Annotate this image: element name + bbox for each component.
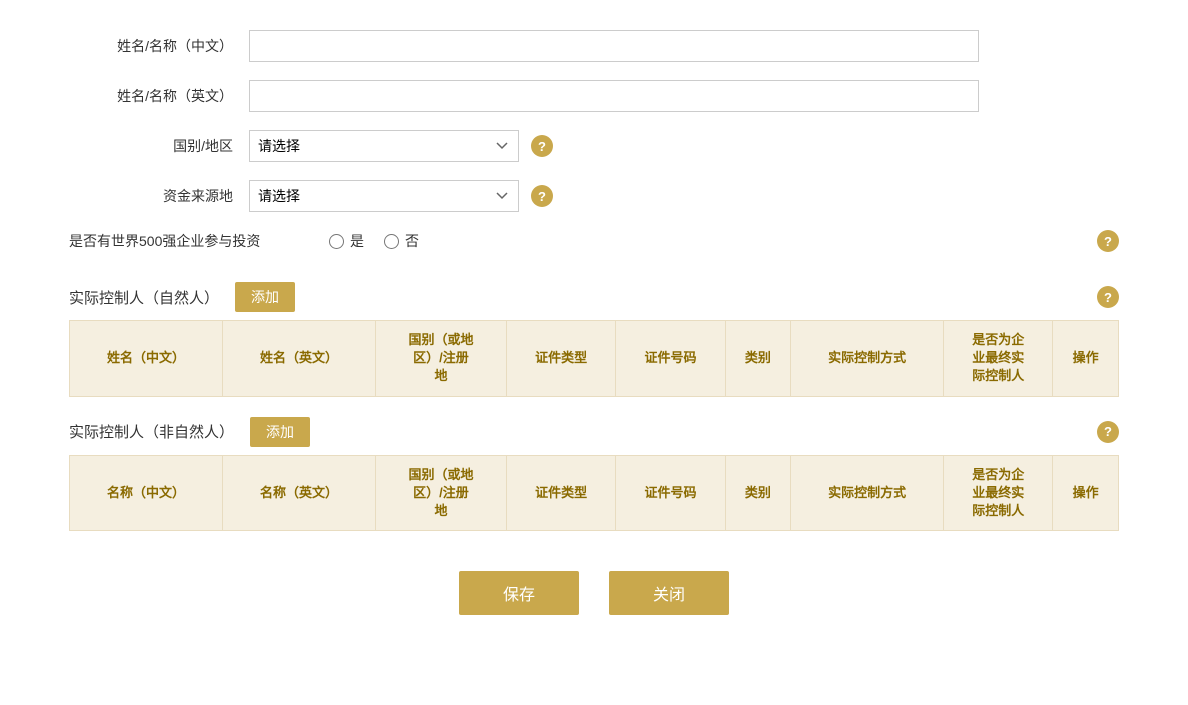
name-cn-row: 姓名/名称（中文）	[69, 30, 1119, 62]
name-cn-input[interactable]	[249, 30, 979, 62]
section1-header: 实际控制人（自然人） 添加 ?	[69, 282, 1119, 312]
country-row: 国别/地区 请选择 ?	[69, 130, 1119, 162]
section2-header: 实际控制人（非自然人） 添加 ?	[69, 417, 1119, 447]
section1-help-icon[interactable]: ?	[1097, 286, 1119, 308]
col9-natural-action: 操作	[1053, 321, 1119, 397]
country-label: 国别/地区	[69, 136, 249, 156]
fund-source-row: 资金来源地 请选择 ?	[69, 180, 1119, 212]
section1-table-header-row: 姓名（中文） 姓名（英文） 国别（或地区）/注册地 证件类型 证件号码 类别 实…	[70, 321, 1119, 397]
section2-table: 名称（中文） 名称（英文） 国别（或地区）/注册地 证件类型 证件号码 类别 实…	[69, 455, 1119, 532]
section2-add-button[interactable]: 添加	[250, 417, 310, 447]
country-help-icon[interactable]: ?	[531, 135, 553, 157]
section2-table-wrapper: 名称（中文） 名称（英文） 国别（或地区）/注册地 证件类型 证件号码 类别 实…	[69, 455, 1119, 532]
col6-non-natural-category: 类别	[725, 455, 791, 531]
col4-natural-cert-type: 证件类型	[507, 321, 616, 397]
name-en-input[interactable]	[249, 80, 979, 112]
save-button[interactable]: 保存	[459, 571, 579, 615]
col9-non-natural-action: 操作	[1053, 455, 1119, 531]
col2-non-natural-name-en: 名称（英文）	[222, 455, 375, 531]
col6-natural-category: 类别	[725, 321, 791, 397]
country-select[interactable]: 请选择	[249, 130, 519, 162]
main-form: 姓名/名称（中文） 姓名/名称（英文） 国别/地区 请选择 ? 资金来源地 请选…	[69, 30, 1119, 615]
name-en-label: 姓名/名称（英文）	[69, 86, 249, 106]
col8-natural-is-final-controller: 是否为企业最终实际控制人	[944, 321, 1053, 397]
fortune500-no-label: 否	[405, 231, 419, 251]
section1-table: 姓名（中文） 姓名（英文） 国别（或地区）/注册地 证件类型 证件号码 类别 实…	[69, 320, 1119, 397]
col8-non-natural-is-final-controller: 是否为企业最终实际控制人	[944, 455, 1053, 531]
fortune500-label: 是否有世界500强企业参与投资	[69, 231, 329, 251]
fortune500-no-option[interactable]: 否	[384, 231, 419, 251]
fortune500-radio-group: 是 否	[329, 231, 419, 251]
col7-natural-control-method: 实际控制方式	[791, 321, 944, 397]
col2-natural-name-en: 姓名（英文）	[222, 321, 375, 397]
name-cn-label: 姓名/名称（中文）	[69, 36, 249, 56]
section2-help-icon[interactable]: ?	[1097, 421, 1119, 443]
fortune500-yes-radio[interactable]	[329, 234, 344, 249]
section1-add-button[interactable]: 添加	[235, 282, 295, 312]
section2-table-header-row: 名称（中文） 名称（英文） 国别（或地区）/注册地 证件类型 证件号码 类别 实…	[70, 455, 1119, 531]
bottom-actions: 保存 关闭	[69, 571, 1119, 615]
col4-non-natural-cert-type: 证件类型	[507, 455, 616, 531]
col7-non-natural-control-method: 实际控制方式	[791, 455, 944, 531]
col1-natural-name-cn: 姓名（中文）	[70, 321, 223, 397]
col1-non-natural-name-cn: 名称（中文）	[70, 455, 223, 531]
fortune500-row: 是否有世界500强企业参与投资 是 否 ?	[69, 230, 1119, 252]
col3-non-natural-country: 国别（或地区）/注册地	[375, 455, 506, 531]
close-button[interactable]: 关闭	[609, 571, 729, 615]
fund-source-label: 资金来源地	[69, 186, 249, 206]
fund-source-select[interactable]: 请选择	[249, 180, 519, 212]
section1-table-wrapper: 姓名（中文） 姓名（英文） 国别（或地区）/注册地 证件类型 证件号码 类别 实…	[69, 320, 1119, 397]
fortune500-yes-label: 是	[350, 231, 364, 251]
name-en-row: 姓名/名称（英文）	[69, 80, 1119, 112]
fortune500-yes-option[interactable]: 是	[329, 231, 364, 251]
section2-title: 实际控制人（非自然人）	[69, 421, 234, 442]
col3-natural-country: 国别（或地区）/注册地	[375, 321, 506, 397]
col5-non-natural-cert-no: 证件号码	[616, 455, 725, 531]
section1-title: 实际控制人（自然人）	[69, 287, 219, 308]
fund-source-help-icon[interactable]: ?	[531, 185, 553, 207]
fortune500-help-icon[interactable]: ?	[1097, 230, 1119, 252]
fortune500-no-radio[interactable]	[384, 234, 399, 249]
col5-natural-cert-no: 证件号码	[616, 321, 725, 397]
